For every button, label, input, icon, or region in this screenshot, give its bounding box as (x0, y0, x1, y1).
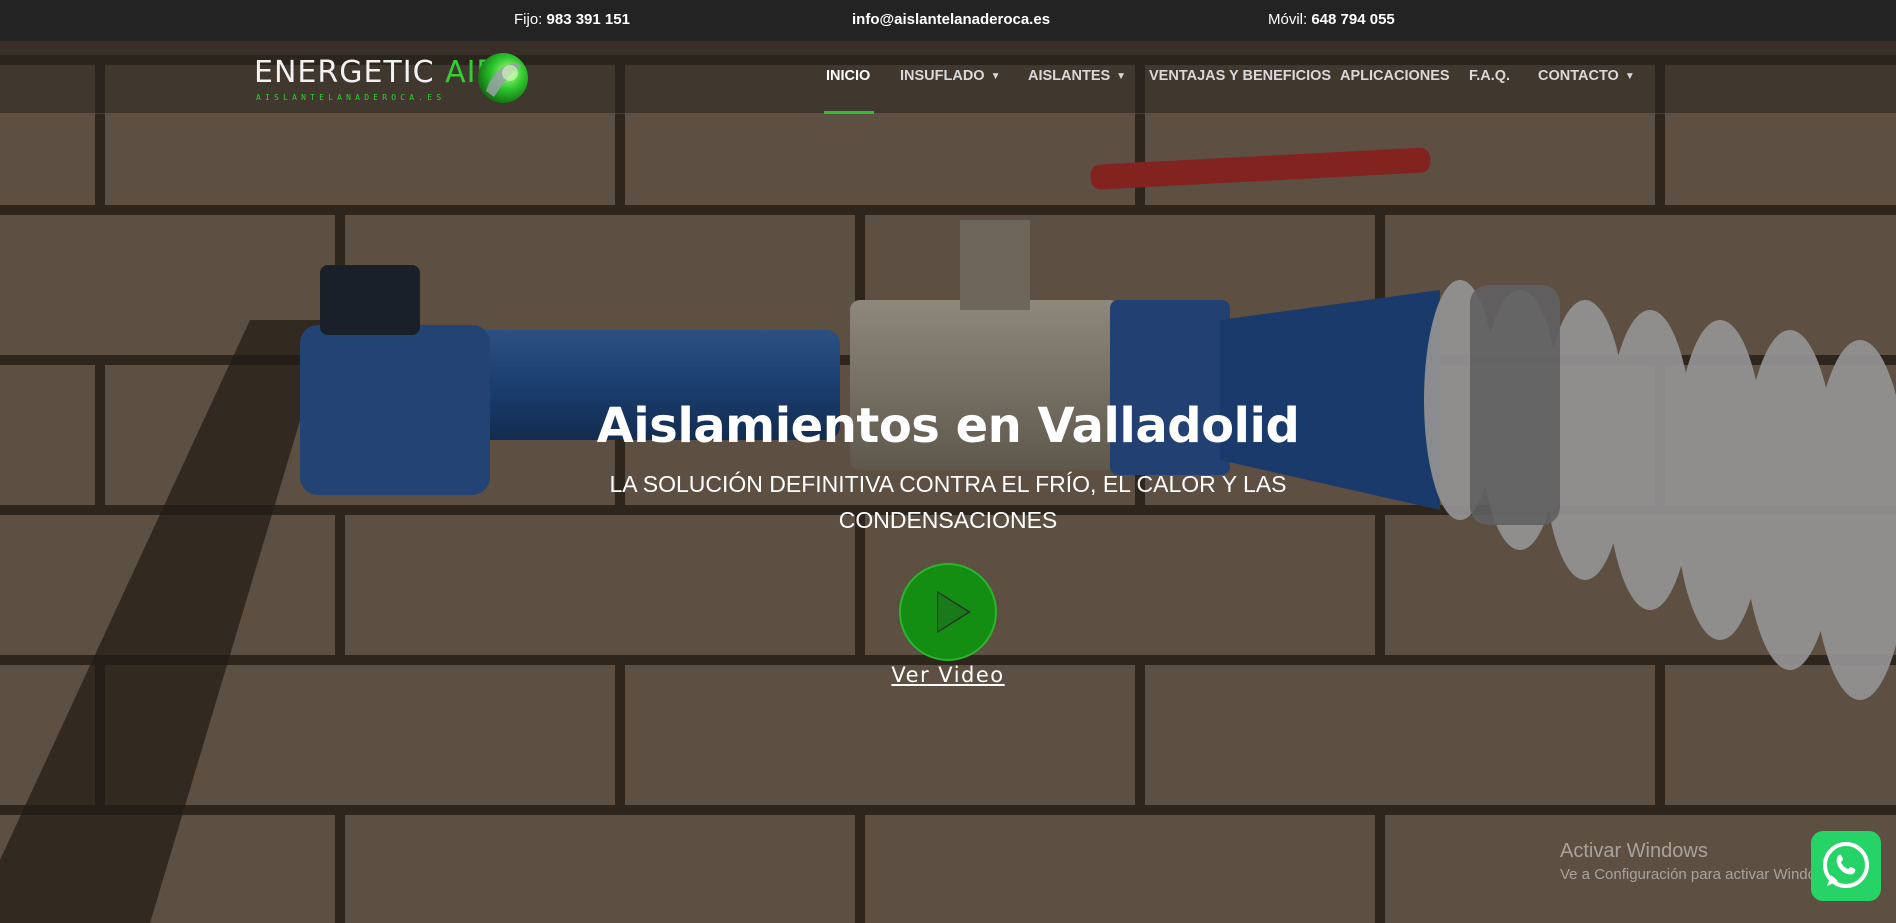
windows-activation-watermark: Activar Windows Ve a Configuración para … (1560, 840, 1838, 883)
contact-topbar: Fijo: 983 391 151 info@aislantelanaderoc… (0, 0, 1896, 41)
nav-item-ventajas[interactable]: VENTAJAS Y BENEFICIOS (1149, 68, 1331, 84)
nav-item-aislantes[interactable]: AISLANTES ▼ (1028, 68, 1126, 84)
landline-info[interactable]: Fijo: 983 391 151 (514, 11, 630, 28)
landline-label: Fijo: (514, 11, 543, 28)
chevron-down-icon: ▼ (1116, 71, 1127, 82)
logo-orb-icon (478, 53, 528, 103)
chevron-down-icon: ▼ (990, 71, 1001, 82)
email-link[interactable]: info@aislantelanaderoca.es (852, 11, 1050, 28)
nav-label-aplicaciones: APLICACIONES (1340, 68, 1450, 84)
chevron-down-icon: ▼ (1624, 71, 1635, 82)
nav-label-inicio: INICIO (826, 68, 871, 84)
nav-item-insuflado[interactable]: INSUFLADO ▼ (900, 68, 1001, 84)
hero-subtitle: LA SOLUCIÓN DEFINITIVA CONTRA EL FRÍO, E… (609, 471, 1287, 533)
nav-item-faq[interactable]: F.A.Q. (1469, 68, 1510, 84)
logo-text: ENERGETIC AIR (254, 55, 498, 90)
mobile-number[interactable]: 648 794 055 (1311, 11, 1394, 28)
play-video-button[interactable] (899, 563, 997, 661)
site-logo[interactable]: ENERGETIC AIR AISLANTELANADEROCA.ES (254, 49, 530, 105)
nav-label-contacto: CONTACTO (1538, 68, 1619, 84)
landline-number[interactable]: 983 391 151 (547, 11, 630, 28)
nav-item-aplicaciones[interactable]: APLICACIONES (1340, 68, 1450, 84)
nav-item-contacto[interactable]: CONTACTO ▼ (1538, 68, 1635, 84)
logo-domain: AISLANTELANADEROCA.ES (256, 93, 446, 102)
email-info[interactable]: info@aislantelanaderoca.es (852, 11, 1050, 28)
nav-item-inicio[interactable]: INICIO (826, 68, 870, 84)
whatsapp-button[interactable] (1811, 831, 1881, 901)
nav-label-aislantes: AISLANTES (1028, 68, 1111, 84)
nav-label-faq: F.A.Q. (1469, 68, 1511, 84)
hero-title: Aislamientos en Valladolid (596, 398, 1300, 454)
hero-overlay (0, 0, 1896, 923)
main-navbar: ENERGETIC AIR AISLANTELANADEROCA.ES INIC… (0, 41, 1896, 114)
active-nav-indicator (824, 111, 874, 114)
logo-word-energetic: ENERGETIC (254, 55, 446, 90)
mobile-info[interactable]: Móvil: 648 794 055 (1268, 11, 1395, 28)
play-icon (937, 591, 971, 633)
mobile-label: Móvil: (1268, 11, 1308, 28)
nav-label-insuflado: INSUFLADO (900, 68, 985, 84)
watermark-line2: Ve a Configuración para activar Windows. (1560, 866, 1839, 883)
ver-video-link[interactable]: Ver Video (0, 663, 1896, 687)
nav-label-ventajas: VENTAJAS Y BENEFICIOS (1149, 68, 1332, 84)
whatsapp-icon (1823, 842, 1869, 888)
watermark-line1: Activar Windows (1560, 840, 1708, 862)
